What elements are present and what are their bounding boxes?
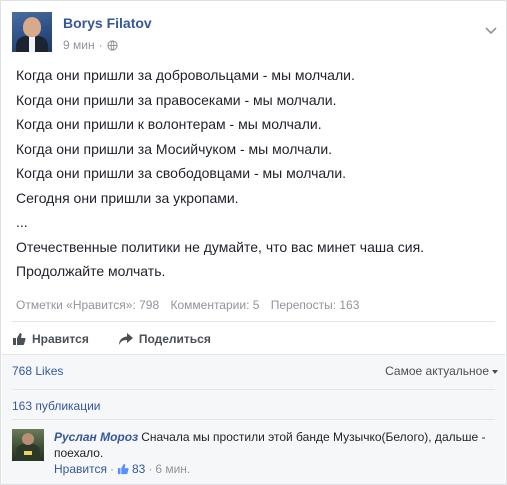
avatar-mark	[24, 451, 32, 455]
sort-dropdown[interactable]: Самое актуальное	[385, 364, 498, 378]
likes-row: 768 Likes Самое актуальное	[12, 363, 498, 383]
thumbs-up-icon	[117, 463, 129, 475]
comment-like-count[interactable]: 83	[132, 462, 145, 476]
commenter-avatar[interactable]	[12, 429, 44, 461]
shares-stat[interactable]: Перепосты: 163	[271, 298, 360, 312]
divider	[12, 321, 495, 322]
caret-down-icon	[492, 369, 498, 374]
comment-text: Руслан Мороз Сначала мы простили этой бан…	[54, 429, 499, 461]
avatar-face	[23, 17, 41, 37]
comment-time[interactable]: 6 мин.	[155, 462, 190, 476]
comment-meta-separator: ·	[148, 462, 153, 476]
globe-icon[interactable]	[106, 39, 118, 51]
meta-separator: ·	[98, 38, 103, 52]
post-line: Когда они пришли за свободовцами - мы мо…	[16, 165, 347, 181]
post-text: Когда они пришли за добровольцами - мы м…	[16, 63, 496, 284]
post-line: ...	[16, 214, 28, 230]
publications-link[interactable]: 163 публикации	[12, 399, 101, 413]
post-line: Когда они пришли за добровольцами - мы м…	[16, 67, 355, 83]
comments-stat[interactable]: Комментарии: 5	[170, 298, 259, 312]
divider	[12, 419, 495, 420]
avatar-head	[22, 433, 34, 445]
comment-like-link[interactable]: Нравится	[54, 462, 107, 476]
share-button[interactable]: Поделиться	[118, 332, 211, 346]
post-stats: Отметки «Нравится»: 798 Комментарии: 5 П…	[16, 298, 359, 312]
post-actions: Нравится Поделиться	[12, 325, 211, 353]
like-label: Нравится	[32, 332, 89, 346]
commenter-name[interactable]: Руслан Мороз	[54, 430, 138, 444]
thumbs-up-icon	[13, 333, 26, 345]
post-line: Когда они пришли к волонтерам - мы молча…	[16, 116, 322, 132]
avatar-shirt	[29, 36, 35, 52]
share-icon	[118, 333, 133, 345]
post-header: Borys Filatov 9 мин ·	[12, 12, 506, 56]
post-card: Borys Filatov 9 мин · Когда они пришли з…	[0, 0, 507, 485]
divider	[2, 354, 505, 355]
post-line: Когда они пришли за Мосийчуком - мы молч…	[16, 140, 333, 157]
author-avatar[interactable]	[12, 12, 52, 52]
likes-stat[interactable]: Отметки «Нравится»: 798	[16, 298, 159, 312]
post-meta: 9 мин ·	[63, 38, 118, 52]
post-time[interactable]: 9 мин	[63, 38, 95, 52]
comment-meta-separator: ·	[109, 462, 114, 476]
like-button[interactable]: Нравится	[12, 332, 89, 346]
post-line: Когда они пришли за правосеками - мы мол…	[16, 91, 337, 108]
post-line: Сегодня они пришли за укропами.	[16, 189, 239, 206]
post-line: Отечественные политики не думайте, что в…	[16, 238, 425, 255]
chevron-down-icon[interactable]	[484, 26, 498, 36]
divider	[12, 389, 495, 390]
sort-label: Самое актуальное	[385, 364, 489, 378]
likes-count[interactable]: 768 Likes	[12, 364, 63, 378]
share-label: Поделиться	[138, 332, 211, 346]
author-name[interactable]: Borys Filatov	[63, 15, 152, 31]
post-line: Продолжайте молчать.	[16, 263, 166, 279]
comment-meta: Нравится · 83 · 6 мин.	[54, 462, 190, 476]
